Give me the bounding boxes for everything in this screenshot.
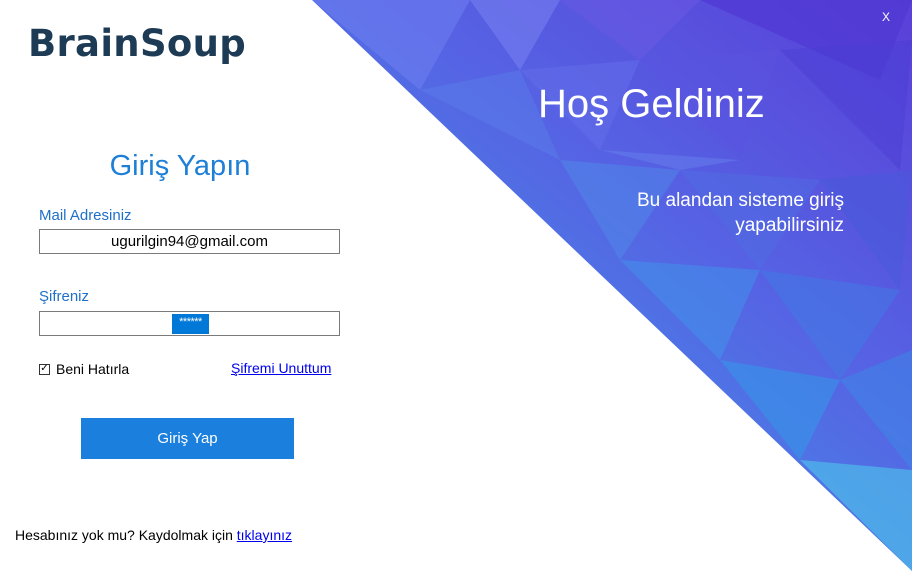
welcome-subtext-line2: yapabilirsiniz (735, 215, 844, 236)
password-mask-selected: ****** (172, 314, 209, 334)
signup-link[interactable]: tıklayınız (237, 527, 292, 543)
remember-me-row[interactable]: ✓ Beni Hatırla (39, 361, 129, 377)
login-button[interactable]: Giriş Yap (81, 418, 294, 459)
remember-me-label: Beni Hatırla (56, 361, 130, 377)
welcome-panel-background (312, 0, 912, 571)
email-input[interactable] (39, 229, 340, 254)
email-label: Mail Adresiniz (39, 207, 132, 224)
welcome-subtext: Bu alandan sisteme giriş yapabilirsiniz (544, 188, 844, 238)
check-icon: ✓ (40, 363, 49, 374)
signup-prompt-text: Hesabınız yok mu? Kaydolmak için (15, 527, 237, 543)
remember-me-checkbox[interactable]: ✓ (39, 363, 50, 375)
welcome-title: Hoş Geldiniz (538, 82, 765, 126)
password-label: Şifreniz (39, 288, 90, 305)
signup-prompt: Hesabınız yok mu? Kaydolmak için tıklayı… (15, 527, 292, 543)
forgot-password-link[interactable]: Şifremi Unuttum (231, 360, 331, 376)
brand-logo: BrainSoup (28, 22, 247, 65)
login-title: Giriş Yapın (109, 150, 251, 182)
close-button[interactable]: X (880, 10, 892, 24)
welcome-subtext-line1: Bu alandan sisteme giriş (637, 190, 844, 211)
